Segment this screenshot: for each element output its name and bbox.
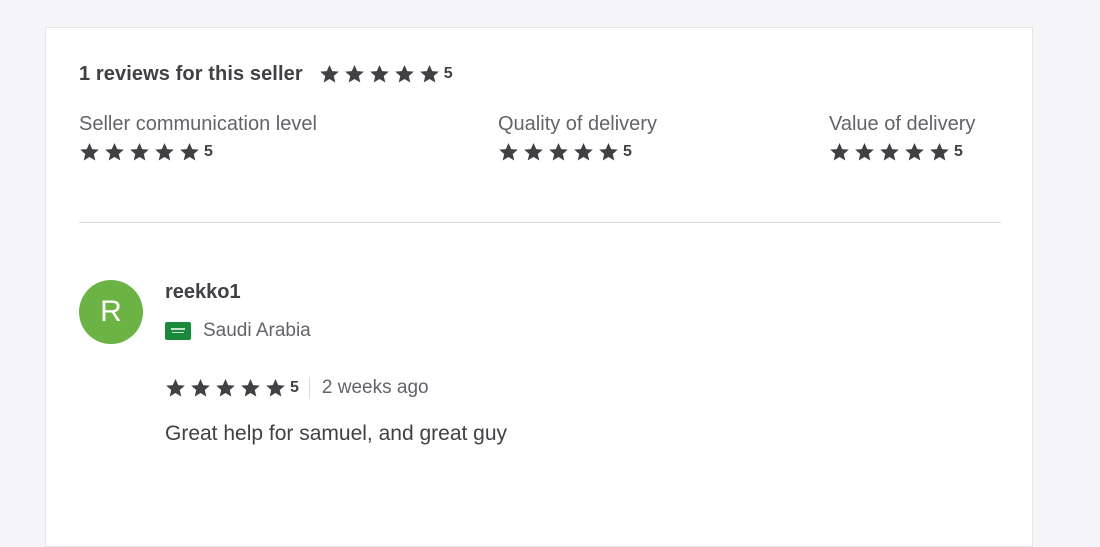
star-icon	[215, 378, 236, 398]
meta-separator	[308, 377, 310, 399]
star-icon	[879, 142, 900, 162]
star-icon	[129, 142, 150, 162]
reviews-summary-header: 1 reviews for this seller 5	[79, 62, 453, 86]
review-time: 2 weeks ago	[321, 377, 429, 398]
breakdown-seller-communication: Seller communication level 5	[79, 112, 317, 162]
breakdown-rating-value: 5	[204, 143, 213, 160]
saudi-arabia-flag-icon	[165, 322, 191, 340]
star-icon	[190, 378, 211, 398]
star-icon	[929, 142, 950, 162]
summary-rating-value: 5	[443, 65, 453, 82]
star-icon	[498, 142, 519, 162]
star-icon	[419, 64, 440, 84]
star-icon	[573, 142, 594, 162]
review-rating-value: 5	[290, 379, 299, 396]
star-icon	[79, 142, 100, 162]
review-meta: 5 2 weeks ago	[165, 376, 429, 400]
breakdown-stars	[829, 142, 954, 162]
star-icon	[829, 142, 850, 162]
reviewer-country-name: Saudi Arabia	[203, 320, 311, 341]
breakdown-rating-value: 5	[954, 143, 963, 160]
star-icon	[394, 64, 415, 84]
section-divider	[79, 222, 1001, 223]
star-icon	[319, 64, 340, 84]
breakdown-stars	[79, 142, 204, 162]
breakdown-label: Seller communication level	[79, 113, 317, 135]
star-icon	[598, 142, 619, 162]
star-icon	[154, 142, 175, 162]
reviewer-username[interactable]: reekko1	[165, 281, 241, 304]
star-icon	[240, 378, 261, 398]
star-icon	[265, 378, 286, 398]
breakdown-stars	[498, 142, 623, 162]
avatar-initial: R	[100, 295, 122, 328]
reviews-summary-title: 1 reviews for this seller	[79, 62, 303, 85]
star-icon	[548, 142, 569, 162]
breakdown-label: Value of delivery	[829, 113, 976, 135]
star-icon	[904, 142, 925, 162]
breakdown-rating-value: 5	[623, 143, 632, 160]
star-icon	[523, 142, 544, 162]
reviews-card: 1 reviews for this seller 5 Seller commu…	[45, 27, 1033, 547]
breakdown-label: Quality of delivery	[498, 113, 657, 135]
star-icon	[179, 142, 200, 162]
star-icon	[369, 64, 390, 84]
review-stars	[165, 378, 290, 398]
review-text: Great help for samuel, and great guy	[165, 422, 508, 445]
reviewer-avatar[interactable]: R	[79, 280, 143, 344]
breakdown-quality-of-delivery: Quality of delivery 5	[498, 112, 657, 162]
star-icon	[344, 64, 365, 84]
reviewer-country: Saudi Arabia	[165, 320, 311, 342]
star-icon	[165, 378, 186, 398]
breakdown-value-of-delivery: Value of delivery 5	[829, 112, 975, 162]
star-icon	[104, 142, 125, 162]
summary-stars	[319, 64, 444, 84]
star-icon	[854, 142, 875, 162]
